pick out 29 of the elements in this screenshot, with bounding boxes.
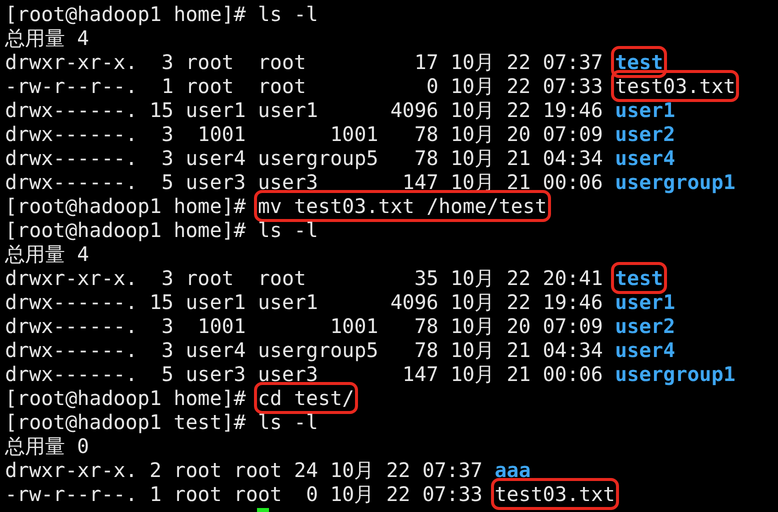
terminal-text: -rw-r--r--. 1 root root 0 10月 22 07:33 bbox=[5, 74, 604, 98]
terminal-text: drwx------. 3 1001 1001 78 10月 20 07:09 bbox=[5, 122, 604, 146]
terminal-text: 总用量 0 bbox=[5, 434, 90, 458]
terminal-text: drwxr-xr-x. 2 root root 24 10月 22 07:37 bbox=[5, 458, 484, 482]
terminal-text: drwx------. 3 1001 1001 78 10月 20 07:09 bbox=[5, 314, 604, 338]
terminal-text: drwx------. 5 user3 user3 147 10月 21 00:06 bbox=[5, 362, 604, 386]
terminal-text: drwx------. 15 user1 user1 4096 10月 22 19:46 bbox=[5, 98, 604, 122]
directory-name: user1 bbox=[615, 290, 676, 314]
directory-name: user1 bbox=[615, 98, 676, 122]
terminal-text: -rw-r--r--. 1 root root 0 10月 22 07:33 bbox=[5, 482, 484, 506]
directory-name: user4 bbox=[615, 338, 676, 362]
terminal-text: [root@hadoop1 home]# ls -l bbox=[5, 218, 318, 242]
terminal-text: [root@hadoop1 home]# ls -l bbox=[5, 2, 318, 26]
terminal-text: drwxr-xr-x. 3 root root 17 10月 22 07:37 bbox=[5, 50, 604, 74]
terminal-text: [root@hadoop1 home]# bbox=[5, 194, 247, 218]
directory-name: usergroup1 bbox=[615, 170, 736, 194]
terminal-text: [root@hadoop1 home]# bbox=[5, 386, 247, 410]
directory-name: usergroup1 bbox=[615, 362, 736, 386]
directory-name: user2 bbox=[615, 314, 676, 338]
directory-name: user4 bbox=[615, 146, 676, 170]
terminal-text: drwxr-xr-x. 3 root root 35 10月 22 20:41 bbox=[5, 266, 604, 290]
directory-name: aaa bbox=[494, 458, 531, 482]
terminal-text: drwx------. 3 user4 usergroup5 78 10月 21 04:34 bbox=[5, 146, 604, 170]
terminal-text: 总用量 4 bbox=[5, 26, 90, 50]
directory-name: user2 bbox=[615, 122, 676, 146]
terminal-text: drwx------. 15 user1 user1 4096 10月 22 19:46 bbox=[5, 290, 604, 314]
terminal-text: [root@hadoop1 test]# ls -l bbox=[5, 410, 318, 434]
terminal-text: 总用量 4 bbox=[5, 242, 90, 266]
terminal-text: drwx------. 3 user4 usergroup5 78 10月 21 04:34 bbox=[5, 338, 604, 362]
